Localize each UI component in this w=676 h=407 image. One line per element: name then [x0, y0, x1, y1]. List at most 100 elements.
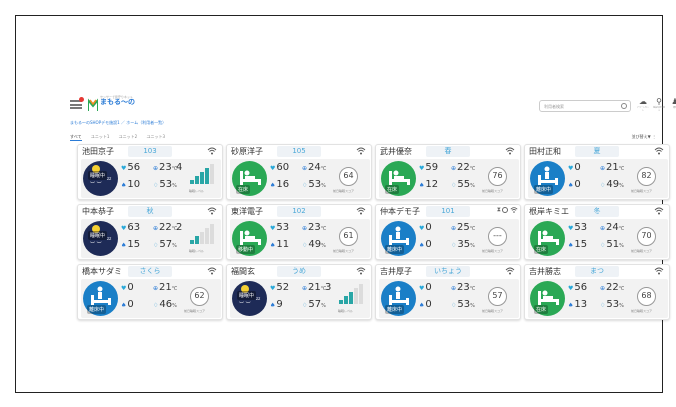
header-icon-label: 施設の切り替え: [653, 107, 666, 112]
card-body: 睡眠中 zz ︶ ︶ ♥63 ♠15 ⊕22℃ ♢57% 2 睡眠レベル: [81, 219, 221, 258]
temperature: ⊕23℃: [153, 163, 177, 174]
heart-icon: ♥: [270, 285, 276, 292]
sleep-level-bar: [190, 180, 194, 184]
avatar-status-label: 在床: [236, 185, 251, 194]
rr-value: 15: [574, 239, 588, 250]
sleep-score-caption: 前日睡眠スコア: [184, 309, 206, 313]
wifi-icon: [356, 147, 366, 155]
rr-value: 0: [425, 239, 432, 250]
sleep-score-gauge: 82: [637, 167, 656, 186]
hr-value: 56: [574, 282, 588, 293]
avatar-status-label: 離床中: [385, 245, 405, 254]
search-input[interactable]: 利用者検索: [539, 100, 631, 112]
resident-card-11[interactable]: 吉井厚子 いちょう 離床中 ♥0 ♠0 ⊕23℃ ♢53% 57 前日睡眠スコア: [375, 264, 521, 320]
resident-card-9[interactable]: 橋本サダミ さくら 離床中 ♥0 ♠0 ⊕21℃ ♢46% 62 前日睡眠スコア: [77, 264, 223, 320]
resident-card-5[interactable]: 中本恭子 秋 睡眠中 zz ︶ ︶ ♥63 ♠15 ⊕22℃ ♢57% 2 睡眠レベル: [77, 204, 223, 260]
resident-card-10[interactable]: 福間玄 うめ 睡眠中 zz ︶ ︶ ♥52 ♠9 ⊕21℃ ♢57% 3 睡眠レベル: [226, 264, 372, 320]
temperature: ⊕22℃: [451, 163, 475, 174]
respiration: ♠15: [568, 240, 587, 251]
rr-value: 16: [276, 179, 290, 190]
hum-unit: %: [172, 303, 177, 309]
sleep-level-bar: [200, 232, 204, 244]
status-avatar: 睡眠中 zz ︶ ︶: [83, 161, 118, 196]
tab-all[interactable]: すべて: [70, 134, 82, 141]
card-header: 橋本サダミ さくら: [78, 265, 222, 277]
resident-card-2[interactable]: 砂原洋子 105 在床 ♥60 ♠16 ⊕24℃ ♢53% 64 前日睡眠スコア: [226, 144, 372, 200]
resident-card-1[interactable]: 池田京子 103 睡眠中 zz ︶ ︶ ♥56 ♠10 ⊕23℃ ♢53% 4 睡眠レ…: [77, 144, 223, 200]
heart-rate: ♥52: [270, 283, 289, 294]
tab-unit2[interactable]: ユニット2: [119, 134, 138, 140]
card-body: 在床 ♥53 ♠15 ⊕24℃ ♢51% 70 前日睡眠スコア: [528, 219, 668, 258]
bell-icon[interactable]: ♟ 通知: [669, 97, 676, 113]
room-label: まつ: [575, 266, 619, 277]
location-icon[interactable]: ⚲ 施設の切り替え: [653, 97, 665, 113]
hum-unit: %: [321, 243, 326, 249]
header-icons: ☁アラートセット ⚲施設の切り替え ♟通知 ☺設定: [637, 97, 676, 113]
heart-icon: ♥: [568, 165, 574, 172]
lungs-icon: ♠: [270, 242, 276, 249]
humidity: ♢55%: [451, 180, 475, 191]
cloud-icon[interactable]: ☁ アラートセット: [637, 97, 649, 113]
room-label: 102: [277, 206, 321, 217]
temp-unit: ℃: [618, 166, 625, 172]
thermometer-icon: ⊕: [153, 285, 159, 292]
hum-unit: %: [321, 183, 326, 189]
resident-card-4[interactable]: 田村正和 夏 離床中 ♥0 ♠0 ⊕21℃ ♢49% 82 前日睡眠スコア: [524, 144, 670, 200]
humidity: ♢57%: [302, 300, 326, 311]
wifi-icon: [207, 267, 217, 275]
search-icon[interactable]: [621, 103, 627, 109]
hum-value: 53: [159, 179, 173, 190]
tab-unit3[interactable]: ユニット3: [147, 134, 166, 140]
drop-icon: ♢: [302, 182, 308, 189]
sleep-score-caption: 前日睡眠スコア: [631, 249, 653, 253]
hr-value: 0: [425, 222, 432, 233]
tab-unit1[interactable]: ユニット1: [91, 134, 110, 140]
hum-unit: %: [619, 303, 624, 309]
status-icons: ⧗: [497, 206, 508, 214]
room-label: 103: [128, 146, 172, 157]
resident-name: 福間玄: [231, 267, 255, 276]
temp-value: 22: [159, 222, 172, 233]
thermometer-icon: ⊕: [451, 285, 457, 292]
resident-card-7[interactable]: 仲本デモ子 101 ⧗ 離床中 ♥0 ♠0 ⊕25℃ ♢35% --- 前日睡眠ス…: [375, 204, 521, 260]
humidity: ♢53%: [153, 180, 177, 191]
heart-rate: ♥0: [419, 283, 432, 294]
temp-value: 24: [308, 162, 321, 173]
breadcrumb[interactable]: まもる〜のSHOPデモ施設1 ／ ホーム（利用者一覧）: [70, 120, 166, 126]
hr-value: 63: [127, 222, 141, 233]
status-avatar: 睡眠中 zz ︶ ︶: [232, 281, 267, 316]
status-avatar: 離床中: [381, 221, 416, 256]
status-avatar: 離床中: [381, 281, 416, 316]
resident-card-6[interactable]: 東洋電子 102 移動中 ♥53 ♠11 ⊕23℃ ♢49% 61 前日睡眠スコア: [226, 204, 372, 260]
hum-value: 35: [457, 239, 471, 250]
heart-icon: ♥: [419, 165, 425, 172]
resident-card-12[interactable]: 吉井勝志 まつ 在床 ♥56 ♠13 ⊕22℃ ♢53% 68 前日睡眠スコア: [524, 264, 670, 320]
sleep-level-bar: [354, 288, 358, 304]
more-icon[interactable]: ⋮: [652, 134, 656, 139]
card-body: 在床 ♥59 ♠12 ⊕22℃ ♢55% 76 前日睡眠スコア: [379, 159, 519, 198]
search-placeholder: 利用者検索: [544, 104, 564, 109]
sleep-level-bar: [200, 172, 204, 184]
hum-value: 55: [457, 179, 471, 190]
sort-control[interactable]: 並び替え▼ ⋮: [632, 134, 656, 140]
wifi-icon: [510, 207, 518, 213]
heart-rate: ♥0: [568, 163, 581, 174]
card-body: 睡眠中 zz ︶ ︶ ♥56 ♠10 ⊕23℃ ♢53% 4 睡眠レベル: [81, 159, 221, 198]
respiration: ♠16: [270, 180, 289, 191]
avatar-status-label: 離床中: [385, 305, 405, 314]
drop-icon: ♢: [302, 242, 308, 249]
status-avatar: 移動中: [232, 221, 267, 256]
rr-value: 12: [425, 179, 439, 190]
lungs-icon: ♠: [270, 302, 276, 309]
sleep-score-gauge: 61: [339, 227, 358, 246]
resident-card-3[interactable]: 武井優奈 春 在床 ♥59 ♠12 ⊕22℃ ♢55% 76 前日睡眠スコア: [375, 144, 521, 200]
lungs-icon: ♠: [419, 302, 425, 309]
avatar-status-label: 睡眠中: [88, 171, 108, 180]
logo-icon: [88, 98, 98, 111]
card-body: 在床 ♥56 ♠13 ⊕22℃ ♢53% 68 前日睡眠スコア: [528, 279, 668, 318]
room-label: 105: [277, 146, 321, 157]
resident-card-8[interactable]: 根岸キミエ 冬 在床 ♥53 ♠15 ⊕24℃ ♢51% 70 前日睡眠スコア: [524, 204, 670, 260]
temp-unit: ℃: [320, 166, 327, 172]
drop-icon: ♢: [600, 242, 606, 249]
temp-value: 21: [606, 162, 619, 173]
